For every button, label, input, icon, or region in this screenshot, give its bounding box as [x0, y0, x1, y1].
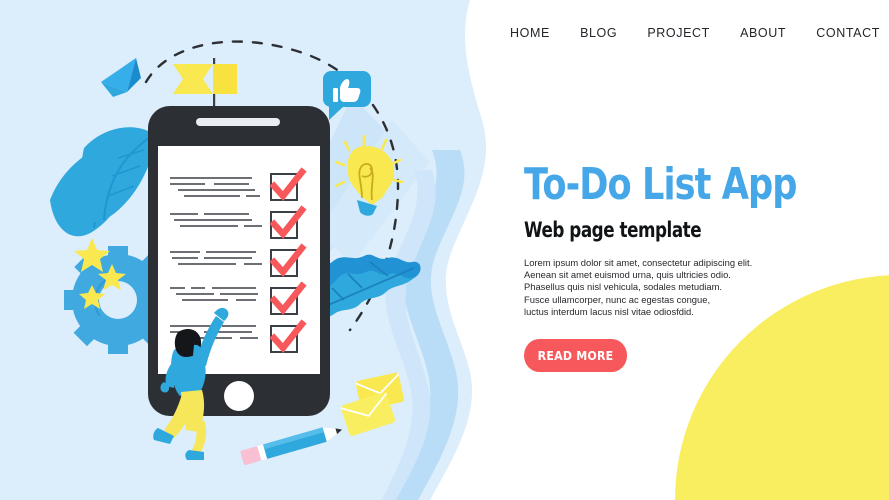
oak-leaf-right-icon — [315, 254, 421, 317]
leaf-left-icon — [50, 127, 156, 237]
landing-page: HOME BLOG PROJECT ABOUT CONTACT To-Do Li… — [0, 0, 889, 500]
main-navigation: HOME BLOG PROJECT ABOUT CONTACT — [510, 26, 880, 40]
page-subtitle: Web page template — [524, 218, 702, 242]
nav-item-about[interactable]: ABOUT — [740, 26, 786, 40]
hero-paragraph: Lorem ipsum dolor sit amet, consectetur … — [524, 257, 864, 318]
hero-paragraph-line: Aenean sit amet euismod urna, quis ultri… — [524, 269, 731, 281]
hero-paragraph-line: Phasellus quis nisl vehicula, sodales me… — [524, 281, 723, 293]
envelopes-icon — [340, 372, 404, 436]
hero-paragraph-line: Fusce ullamcorper, nunc ac egestas congu… — [524, 293, 711, 305]
nav-item-project[interactable]: PROJECT — [647, 26, 710, 40]
pencil-icon — [240, 427, 343, 465]
page-title: To-Do List App — [524, 159, 797, 210]
paper-plane-icon — [101, 58, 141, 97]
flag-icon — [173, 58, 237, 110]
nav-item-home[interactable]: HOME — [510, 26, 550, 40]
hero-paragraph-line: Lorem ipsum dolor sit amet, consectetur … — [524, 257, 753, 268]
hero-paragraph-line: luctus interdum lacus nisl vitae odiosfd… — [524, 305, 694, 317]
nav-item-blog[interactable]: BLOG — [580, 26, 617, 40]
hero-content: To-Do List App Web page template Lorem i… — [524, 159, 864, 373]
read-more-button[interactable]: READ MORE — [524, 339, 628, 373]
nav-item-contact[interactable]: CONTACT — [816, 26, 880, 40]
